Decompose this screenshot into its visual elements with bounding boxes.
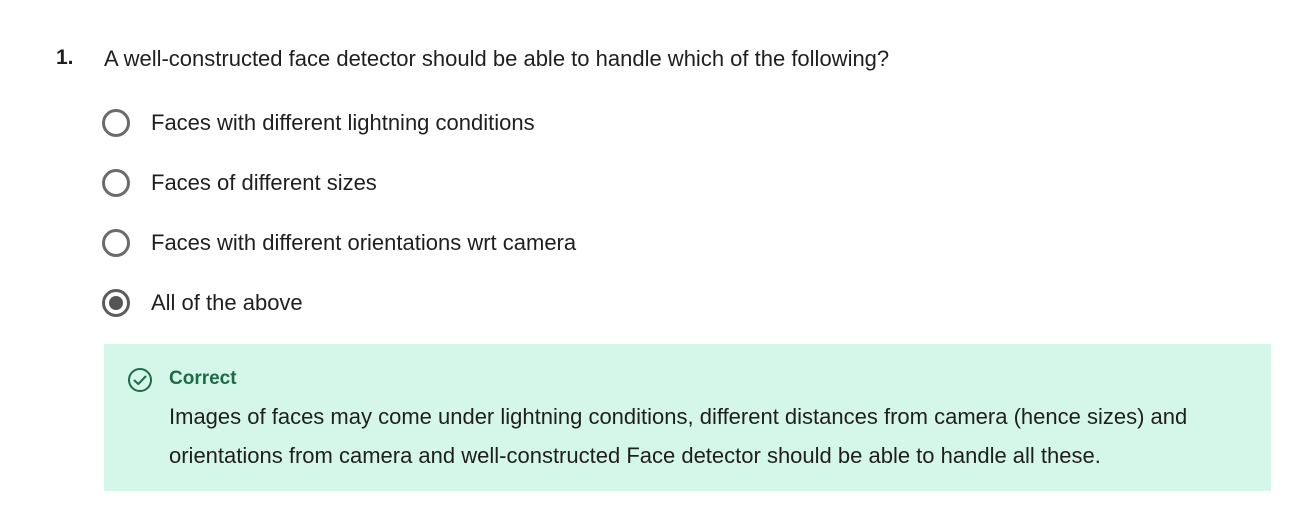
check-circle-icon — [128, 368, 152, 392]
radio-button[interactable] — [102, 169, 130, 197]
option-label: Faces of different sizes — [151, 170, 377, 195]
radio-button-selected[interactable] — [102, 289, 130, 317]
feedback-explanation: Images of faces may come under lightning… — [169, 404, 1188, 468]
radio-button[interactable] — [102, 109, 130, 137]
option-label: All of the above — [151, 290, 303, 315]
option-label: Faces with different orientations wrt ca… — [151, 230, 577, 255]
feedback-panel: Correct Images of faces may come under l… — [104, 344, 1271, 491]
answer-options: Faces with different lightning condition… — [102, 106, 1202, 346]
feedback-status: Correct — [169, 368, 237, 389]
answer-option-all[interactable]: All of the above — [102, 286, 1202, 346]
question-text: A well-constructed face detector should … — [104, 46, 890, 71]
radio-button[interactable] — [102, 229, 130, 257]
answer-option-lighting[interactable]: Faces with different lightning condition… — [102, 106, 1202, 166]
option-label: Faces with different lightning condition… — [151, 110, 535, 135]
answer-option-sizes[interactable]: Faces of different sizes — [102, 166, 1202, 226]
question-number: 1. — [56, 46, 74, 69]
answer-option-orientations[interactable]: Faces with different orientations wrt ca… — [102, 226, 1202, 286]
